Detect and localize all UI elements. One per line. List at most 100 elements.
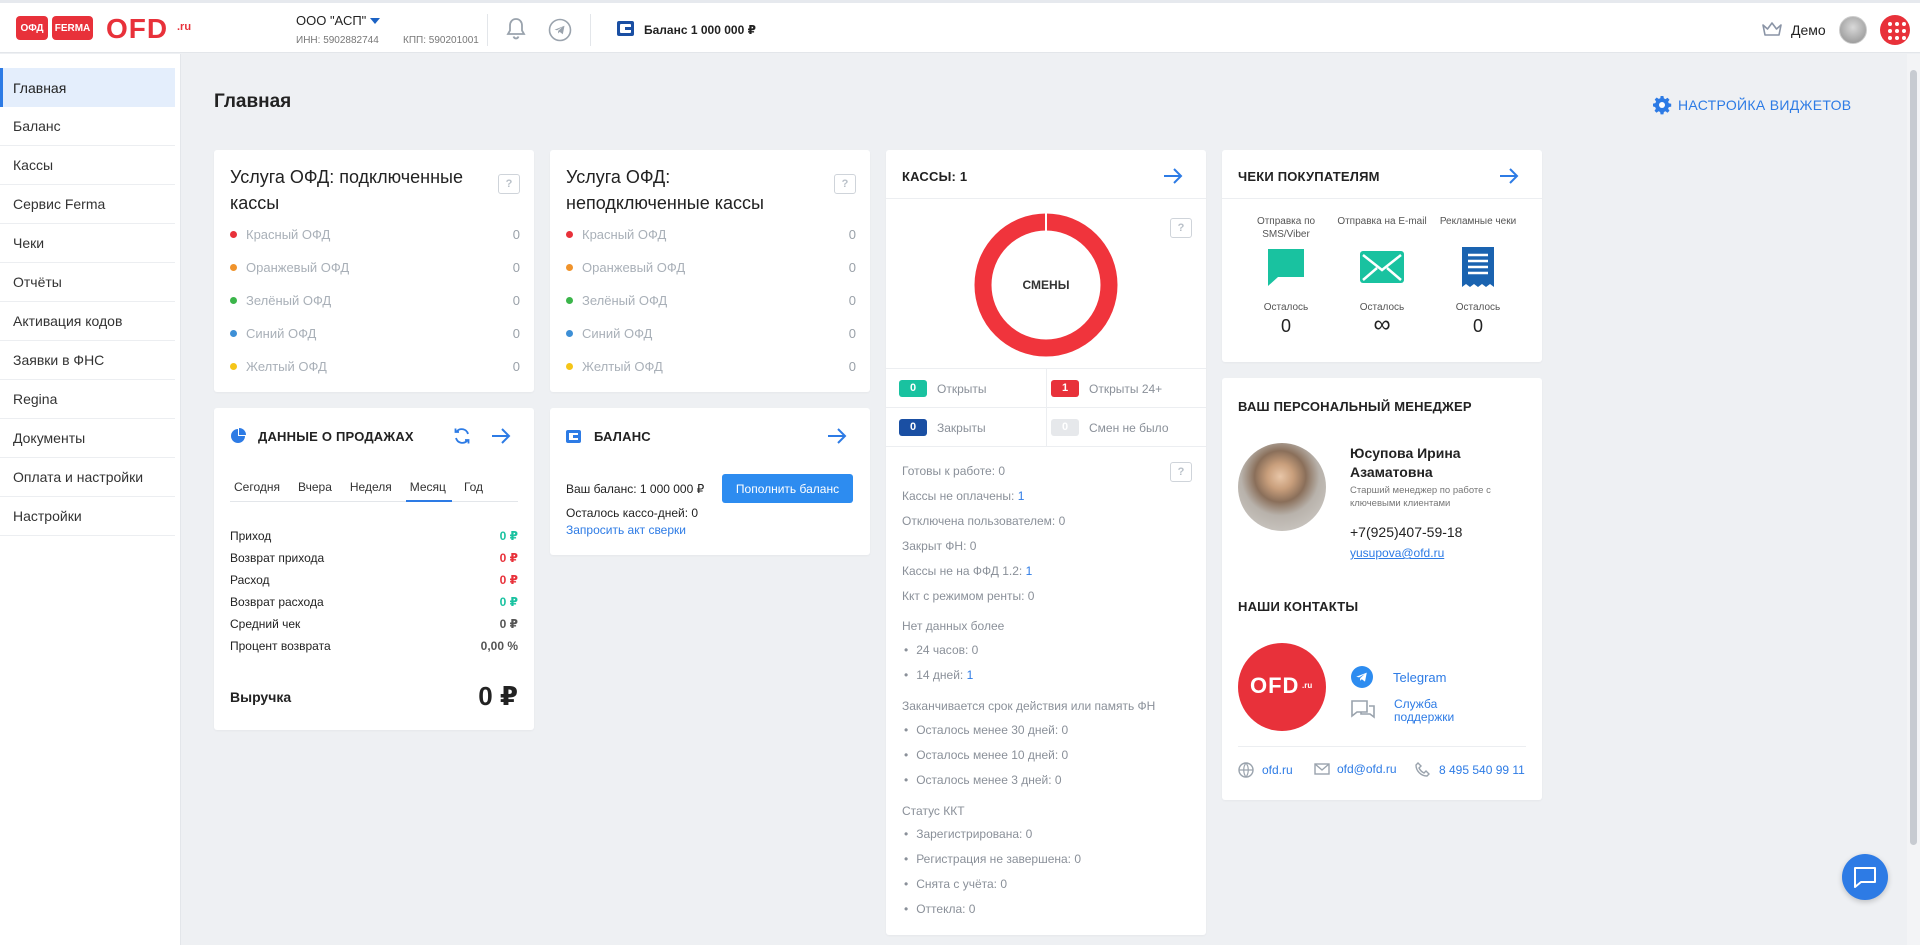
not-ffd-link[interactable]: 1 — [1026, 564, 1033, 578]
no-data-title: Нет данных более — [902, 619, 1005, 633]
tab-month[interactable]: Месяц — [405, 480, 452, 502]
manager-email[interactable]: yusupova@ofd.ru — [1350, 546, 1444, 560]
red-dot-icon — [566, 230, 573, 238]
manager-phone[interactable]: +7(925)407-59-18 — [1350, 524, 1462, 540]
divider — [886, 407, 1206, 408]
sidebar: Главная Баланс Кассы Сервис Ferma Чеки О… — [0, 54, 181, 945]
divider — [886, 198, 1206, 199]
topup-button[interactable]: Пополнить баланс — [722, 474, 853, 503]
ofd-logo[interactable]: OFD — [106, 13, 168, 45]
telegram-icon — [1351, 666, 1373, 688]
telegram-contact[interactable]: Telegram — [1350, 665, 1446, 689]
shift-open-24[interactable]: 1 Открыты 24+ — [1051, 380, 1162, 397]
sidebar-item-documents[interactable]: Документы — [0, 419, 175, 458]
sales-card: ДАННЫЕ О ПРОДАЖАХ Сегодня Вчера Неделя М… — [214, 408, 534, 730]
sidebar-item-codes[interactable]: Активация кодов — [0, 302, 175, 341]
blue-dot-icon — [566, 329, 573, 337]
header: ОФД FERMA OFD .ru ООО "АСП" ИНН: 5902882… — [0, 3, 1920, 53]
chat-button[interactable] — [1842, 854, 1888, 900]
phone-contact[interactable]: 8 495 540 99 11 — [1415, 762, 1525, 777]
divider — [487, 14, 488, 46]
sidebar-item-ferma[interactable]: Сервис Ferma — [0, 185, 175, 224]
sidebar-item-reports[interactable]: Отчёты — [0, 263, 175, 302]
sidebar-item-payment[interactable]: Оплата и настройки — [0, 458, 175, 497]
sidebar-item-kassy[interactable]: Кассы — [0, 146, 175, 185]
help-icon[interactable]: ? — [1170, 462, 1192, 482]
shift-none[interactable]: 0 Смен не было — [1051, 419, 1169, 436]
sidebar-item-balance[interactable]: Баланс — [0, 107, 175, 146]
sidebar-item-regina[interactable]: Regina — [0, 380, 175, 419]
scrollbar-track[interactable] — [1907, 54, 1920, 945]
org-kpp: КПП: 590201001 — [403, 35, 479, 46]
org-inn: ИНН: 5902882744 — [296, 35, 379, 46]
header-balance[interactable]: Баланс 1 000 000 ₽ — [644, 23, 756, 37]
tab-year[interactable]: Год — [460, 480, 489, 502]
red-dot-icon — [230, 230, 237, 238]
list-item: Оранжевый ОФД 0 — [230, 257, 520, 277]
receipt-icon — [1462, 247, 1494, 287]
envelope-icon — [1360, 251, 1404, 283]
shift-open[interactable]: 0 Открыты — [899, 380, 987, 397]
user-name[interactable]: Демо — [1791, 22, 1826, 38]
support-contact[interactable]: Служба поддержки — [1350, 698, 1474, 724]
pie-chart-icon — [231, 428, 246, 443]
apps-grid-icon[interactable] — [1880, 15, 1910, 45]
chevron-down-icon[interactable] — [370, 18, 380, 24]
no-data-14d-link[interactable]: 1 — [967, 668, 974, 682]
period-tabs: Сегодня Вчера Неделя Месяц Год — [230, 480, 518, 502]
help-icon[interactable]: ? — [498, 174, 520, 194]
wallet-icon[interactable] — [616, 20, 635, 40]
divider — [1238, 746, 1526, 747]
receipts-card: ЧЕКИ ПОКУПАТЕЛЯМ Отправка по SMS/Viber О… — [1222, 150, 1542, 362]
scrollbar-thumb[interactable] — [1910, 70, 1917, 845]
widget-settings-button[interactable]: НАСТРОЙКА ВИДЖЕТОВ — [1652, 95, 1851, 115]
org-selector[interactable]: ООО "АСП" — [296, 13, 366, 28]
table-row: Возврат расхода 0 ₽ — [230, 595, 518, 609]
list-item: • Осталось менее 3 дней: 0 — [904, 773, 1062, 787]
card-title: БАЛАНС — [594, 429, 651, 444]
donut-center-label: СМЕНЫ — [1022, 278, 1070, 292]
divider — [590, 14, 591, 46]
ofd-badge-logo[interactable]: ОФД — [16, 16, 48, 40]
sidebar-item-fns[interactable]: Заявки в ФНС — [0, 341, 175, 380]
help-icon[interactable]: ? — [834, 174, 856, 194]
email-receipts: Отправка на E-mail Осталось ∞ — [1337, 216, 1427, 338]
manager-photo — [1238, 443, 1326, 531]
arrow-right-icon[interactable] — [1499, 167, 1519, 185]
list-item: • Осталось менее 30 дней: 0 — [904, 723, 1069, 737]
tab-week[interactable]: Неделя — [346, 480, 398, 502]
telegram-icon[interactable] — [548, 18, 572, 45]
shift-closed[interactable]: 0 Закрыты — [899, 419, 986, 436]
arrow-right-icon[interactable] — [491, 427, 511, 445]
unpaid-link[interactable]: 1 — [1018, 489, 1025, 503]
envelope-icon — [1314, 763, 1330, 775]
sidebar-item-main[interactable]: Главная — [0, 68, 175, 107]
help-icon[interactable]: ? — [1170, 218, 1192, 238]
site-contact[interactable]: ofd.ru — [1238, 762, 1293, 778]
kassy-card: КАССЫ: 1 ? СМЕНЫ 0 Открыты 1 Открыты 24+ 0… — [886, 150, 1206, 935]
sidebar-item-settings[interactable]: Настройки — [0, 497, 175, 536]
manager-card: ВАШ ПЕРСОНАЛЬНЫЙ МЕНЕДЖЕР Юсупова Ирина … — [1222, 378, 1542, 800]
arrow-right-icon[interactable] — [827, 427, 847, 445]
tab-yesterday[interactable]: Вчера — [294, 480, 338, 502]
page-title: Главная — [214, 91, 292, 112]
card-title: ВАШ ПЕРСОНАЛЬНЫЙ МЕНЕДЖЕР — [1238, 399, 1472, 414]
reconcile-link[interactable]: Запросить акт сверки — [566, 523, 686, 537]
chat-bubble-icon — [1854, 867, 1876, 888]
list-item: Синий ОФД 0 — [230, 323, 520, 343]
avatar[interactable] — [1839, 16, 1867, 44]
bell-icon[interactable] — [505, 17, 527, 44]
arrow-right-icon[interactable] — [1163, 167, 1183, 185]
tab-today[interactable]: Сегодня — [230, 480, 286, 502]
list-item: Зелёный ОФД 0 — [566, 290, 856, 310]
disabled-count: Отключена пользователем: 0 — [902, 514, 1066, 528]
gear-icon — [1653, 96, 1672, 115]
email-contact[interactable]: ofd@ofd.ru — [1314, 762, 1397, 776]
sidebar-item-receipts[interactable]: Чеки — [0, 224, 175, 263]
chat-bubble-icon — [1268, 249, 1304, 286]
refresh-icon[interactable] — [452, 426, 472, 446]
sms-receipts: Отправка по SMS/Viber Осталось 0 — [1256, 216, 1316, 336]
list-item: • Зарегистрирована: 0 — [904, 827, 1033, 841]
ferma-badge-logo[interactable]: FERMA — [52, 16, 93, 40]
rent-count: Ккт с режимом ренты: 0 — [902, 589, 1035, 603]
